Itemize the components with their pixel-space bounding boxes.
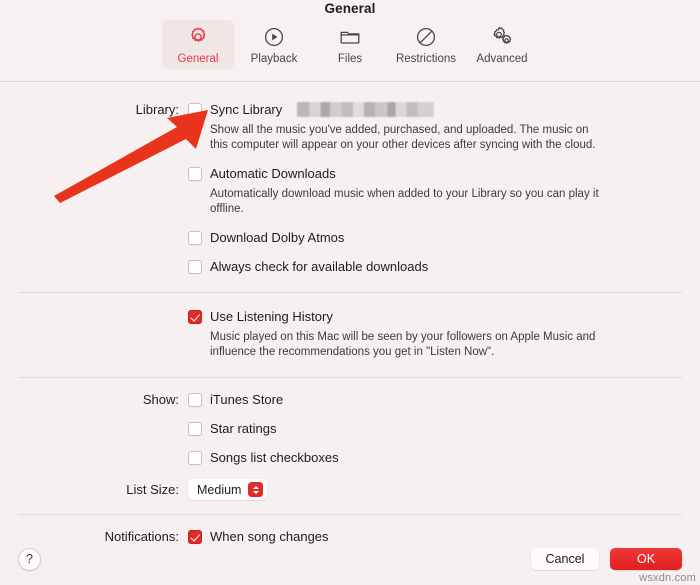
separator-listening-history <box>18 377 682 378</box>
use-listening-history-description: Music played on this Mac will be seen by… <box>210 331 596 358</box>
automatic-downloads-row[interactable]: Automatic Downloads <box>188 166 700 181</box>
list-size-value: Medium <box>197 482 242 497</box>
use-listening-history-checkbox[interactable] <box>188 309 202 324</box>
itunes-store-checkbox[interactable] <box>188 392 202 407</box>
preferences-window: General General Playback Files Restricti… <box>0 0 700 585</box>
preferences-toolbar: General General Playback Files Restricti… <box>0 0 700 82</box>
list-size-body: Medium <box>188 479 700 500</box>
listening-history-row: Use Listening History Music played on th… <box>0 309 700 360</box>
double-gear-icon <box>489 24 515 50</box>
sync-library-label: Sync Library <box>210 102 283 117</box>
list-size-popup-button[interactable]: Medium <box>188 479 268 500</box>
tab-restrictions-label: Restrictions <box>395 53 457 65</box>
tab-files-label: Files <box>337 53 363 65</box>
cancel-button[interactable]: Cancel <box>531 548 599 570</box>
play-circle-icon <box>262 24 286 50</box>
dialog-bottom-bar: ? Cancel OK <box>0 533 700 585</box>
star-ratings-label: Star ratings <box>210 421 277 436</box>
star-ratings-checkbox[interactable] <box>188 421 202 436</box>
tab-playback[interactable]: Playback <box>238 20 310 69</box>
gear-icon <box>186 24 210 50</box>
window-title: General <box>324 1 376 16</box>
tab-general[interactable]: General <box>162 20 234 69</box>
ok-button[interactable]: OK <box>610 548 682 570</box>
sync-library-description: Show all the music you've added, purchas… <box>210 124 596 151</box>
always-check-downloads-checkbox[interactable] <box>188 259 202 274</box>
automatic-downloads-label: Automatic Downloads <box>210 166 336 181</box>
redacted-account-name <box>297 102 435 117</box>
use-listening-history-row[interactable]: Use Listening History <box>188 309 700 324</box>
preferences-content: Library: Sync Library Show all the music… <box>0 82 700 585</box>
always-check-downloads-row[interactable]: Always check for available downloads <box>188 259 700 274</box>
preferences-tab-bar: General Playback Files Restrictions Adva… <box>0 20 700 69</box>
sync-library-row[interactable]: Sync Library <box>188 102 700 117</box>
songs-list-checkboxes-label: Songs list checkboxes <box>210 450 339 465</box>
download-dolby-atmos-row[interactable]: Download Dolby Atmos <box>188 230 700 245</box>
show-body: iTunes Store Star ratings Songs list che… <box>188 392 700 465</box>
show-row: Show: iTunes Store Star ratings Songs li… <box>0 392 700 465</box>
separator-list-size <box>18 514 682 515</box>
library-label: Library: <box>135 102 179 117</box>
tab-advanced-label: Advanced <box>476 53 528 65</box>
folder-icon <box>338 24 362 50</box>
tab-restrictions[interactable]: Restrictions <box>390 20 462 69</box>
songs-list-checkboxes-row[interactable]: Songs list checkboxes <box>188 450 700 465</box>
automatic-downloads-checkbox[interactable] <box>188 166 202 181</box>
show-label: Show: <box>142 392 179 407</box>
songs-list-checkboxes-checkbox[interactable] <box>188 450 202 465</box>
tab-files[interactable]: Files <box>314 20 386 69</box>
always-check-downloads-label: Always check for available downloads <box>210 259 429 274</box>
star-ratings-row[interactable]: Star ratings <box>188 421 700 436</box>
help-button[interactable]: ? <box>18 547 41 571</box>
library-row: Library: Sync Library Show all the music… <box>0 102 700 274</box>
list-size-row: List Size: Medium <box>0 479 700 500</box>
download-dolby-atmos-checkbox[interactable] <box>188 230 202 245</box>
separator-library <box>18 292 682 293</box>
itunes-store-row[interactable]: iTunes Store <box>188 392 700 407</box>
use-listening-history-label: Use Listening History <box>210 309 333 324</box>
no-entry-icon <box>414 24 438 50</box>
listening-history-body: Use Listening History Music played on th… <box>188 309 700 360</box>
itunes-store-label: iTunes Store <box>210 392 284 407</box>
automatic-downloads-description: Automatically download music when added … <box>210 188 599 215</box>
tab-general-label: General <box>177 53 219 65</box>
sync-library-checkbox[interactable] <box>188 102 202 117</box>
chevron-updown-icon <box>248 482 264 497</box>
download-dolby-atmos-label: Download Dolby Atmos <box>210 230 345 245</box>
tab-advanced[interactable]: Advanced <box>466 20 538 69</box>
tab-playback-label: Playback <box>250 53 298 65</box>
library-body: Sync Library Show all the music you've a… <box>188 102 700 274</box>
list-size-label: List Size: <box>126 482 179 497</box>
watermark: wsxdn.com <box>639 572 696 584</box>
